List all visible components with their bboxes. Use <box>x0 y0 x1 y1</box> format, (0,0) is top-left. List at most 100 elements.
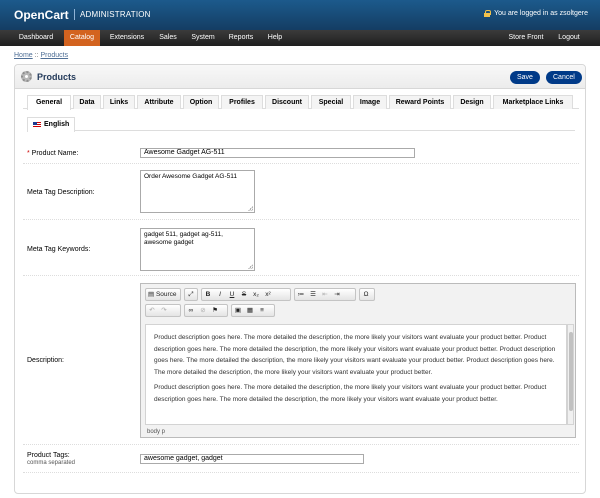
toolbar-insert-group: ▣ ▦ ≡ <box>231 304 275 317</box>
unlink-icon[interactable]: ⊘ <box>197 305 209 316</box>
bulleted-list-icon[interactable]: ☰ <box>307 289 319 300</box>
menu-reports[interactable]: Reports <box>224 30 258 46</box>
meta-description-text: Order Awesome Gadget AG-511 <box>144 173 237 180</box>
tab-image[interactable]: Image <box>353 95 387 109</box>
main-menu: Dashboard Catalog Extensions Sales Syste… <box>0 30 600 46</box>
toolbar-undo-group: ↶ ↷ <box>145 304 181 317</box>
description-paragraph: Product description goes here. The more … <box>154 334 556 376</box>
numbered-list-icon[interactable]: ≔ <box>295 289 307 300</box>
editor-content[interactable]: Product description goes here. The more … <box>145 324 567 425</box>
logged-in-status: You are logged in as zsoltgere <box>484 10 588 17</box>
product-name-label: * Product Name: <box>27 150 78 157</box>
description-label: Description: <box>27 357 64 364</box>
indent-icon[interactable]: ⇥ <box>331 289 343 300</box>
editor-element-path: body p <box>147 429 166 435</box>
table-icon[interactable]: ▦ <box>244 305 256 316</box>
product-name-input[interactable]: Awesome Gadget AG-511 <box>140 148 415 158</box>
tab-english-label: English <box>44 121 70 128</box>
source-button-label: Source <box>155 291 177 298</box>
tab-marketplace-links[interactable]: Marketplace Links <box>493 95 573 109</box>
editor-scrollbar[interactable] <box>567 324 574 425</box>
source-icon: ▤ <box>148 291 156 298</box>
meta-description-textarea[interactable]: Order Awesome Gadget AG-511 <box>140 170 255 213</box>
product-tags-input[interactable]: awesome gadget, gadget <box>140 454 364 464</box>
toolbar-special-char-group: Ω <box>359 288 375 301</box>
product-tags-label: Product Tags: comma separated <box>27 452 75 466</box>
breadcrumb-home[interactable]: Home <box>14 52 33 59</box>
tab-attribute[interactable]: Attribute <box>137 95 181 109</box>
rich-text-editor: ▤ Source ⤢ B I U S x₂ x² ≔ ☰ ⇤ ⇥ Ω ↶ ↷ ∞… <box>140 283 576 438</box>
anchor-icon[interactable]: ⚑ <box>209 305 221 316</box>
menu-dashboard[interactable]: Dashboard <box>16 30 56 46</box>
description-paragraph: Product description goes here. The more … <box>154 384 547 403</box>
top-header: OpenCart ADMINISTRATION You are logged i… <box>0 0 600 30</box>
maximize-icon[interactable]: ⤢ <box>185 289 197 300</box>
outdent-icon[interactable]: ⇤ <box>319 289 331 300</box>
logged-in-text: You are logged in as zsoltgere <box>494 10 588 17</box>
toolbar-list-group: ≔ ☰ ⇤ ⇥ <box>294 288 356 301</box>
meta-description-label: Meta Tag Description: <box>27 189 95 196</box>
tab-option[interactable]: Option <box>183 95 219 109</box>
tab-links[interactable]: Links <box>103 95 135 109</box>
gear-icon <box>21 71 32 82</box>
toolbar-maximize-group: ⤢ <box>184 288 198 301</box>
superscript-icon[interactable]: x² <box>262 289 274 300</box>
menu-catalog[interactable]: Catalog <box>64 30 100 46</box>
omega-icon[interactable]: Ω <box>360 289 372 300</box>
undo-icon[interactable]: ↶ <box>146 305 158 316</box>
breadcrumb-products[interactable]: Products <box>40 52 68 59</box>
tab-design[interactable]: Design <box>453 95 491 109</box>
product-name-label-text: Product Name: <box>31 150 79 157</box>
breadcrumb: Home :: Products <box>14 52 68 59</box>
products-panel: Products Save Cancel General Data Links … <box>14 64 586 494</box>
subscript-icon[interactable]: x₂ <box>250 289 262 300</box>
strike-icon[interactable]: S <box>238 289 250 300</box>
source-button[interactable]: ▤ Source <box>146 289 179 300</box>
underline-icon[interactable]: U <box>226 289 238 300</box>
product-name-row: * Product Name: Awesome Gadget AG-511 <box>23 142 579 164</box>
uk-flag-icon <box>33 122 41 127</box>
tab-profiles[interactable]: Profiles <box>221 95 263 109</box>
opencart-logo[interactable]: OpenCart <box>14 8 69 22</box>
menu-sales[interactable]: Sales <box>154 30 182 46</box>
menu-help[interactable]: Help <box>264 30 286 46</box>
meta-keywords-label: Meta Tag Keywords: <box>27 246 91 253</box>
meta-description-row: Meta Tag Description: Order Awesome Gadg… <box>23 164 579 220</box>
tab-general[interactable]: General <box>27 95 71 110</box>
cancel-button[interactable]: Cancel <box>546 71 582 84</box>
bold-icon[interactable]: B <box>202 289 214 300</box>
menu-system[interactable]: System <box>188 30 218 46</box>
redo-icon[interactable]: ↷ <box>158 305 170 316</box>
resize-handle-icon[interactable] <box>248 264 253 269</box>
meta-keywords-textarea[interactable]: gadget 511, gadget ag-511, awesome gadge… <box>140 228 255 271</box>
product-tags-hint: comma separated <box>27 460 76 466</box>
panel-heading: Products Save Cancel <box>15 65 585 89</box>
save-button[interactable]: Save <box>510 71 540 84</box>
tab-discount[interactable]: Discount <box>265 95 309 109</box>
horizontal-rule-icon[interactable]: ≡ <box>256 305 268 316</box>
logo-separator <box>74 9 75 20</box>
image-icon[interactable]: ▣ <box>232 305 244 316</box>
product-tags-row: Product Tags: comma separated awesome ga… <box>23 449 579 473</box>
resize-handle-icon[interactable] <box>248 206 253 211</box>
toolbar-link-group: ∞ ⊘ ⚑ <box>184 304 228 317</box>
toolbar-source-group: ▤ Source <box>145 288 181 301</box>
tab-special[interactable]: Special <box>311 95 351 109</box>
tab-data[interactable]: Data <box>73 95 101 109</box>
scrollbar-thumb[interactable] <box>569 332 573 411</box>
page-title: Products <box>37 72 77 82</box>
lock-icon <box>484 10 492 17</box>
toolbar-format-group: B I U S x₂ x² <box>201 288 291 301</box>
meta-keywords-row: Meta Tag Keywords: gadget 511, gadget ag… <box>23 220 579 276</box>
product-tags-label-text: Product Tags: <box>27 452 70 459</box>
menu-extensions[interactable]: Extensions <box>106 30 148 46</box>
tab-english[interactable]: English <box>27 117 75 132</box>
description-row: Description: ▤ Source ⤢ B I U S x₂ x² ≔ … <box>23 283 579 445</box>
product-tabs: General Data Links Attribute Option Prof… <box>23 95 579 110</box>
language-tabs: English <box>27 117 575 132</box>
italic-icon[interactable]: I <box>214 289 226 300</box>
link-icon[interactable]: ∞ <box>185 305 197 316</box>
tab-reward-points[interactable]: Reward Points <box>389 95 451 109</box>
menu-logout[interactable]: Logout <box>554 30 584 46</box>
menu-store-front[interactable]: Store Front <box>504 30 548 46</box>
